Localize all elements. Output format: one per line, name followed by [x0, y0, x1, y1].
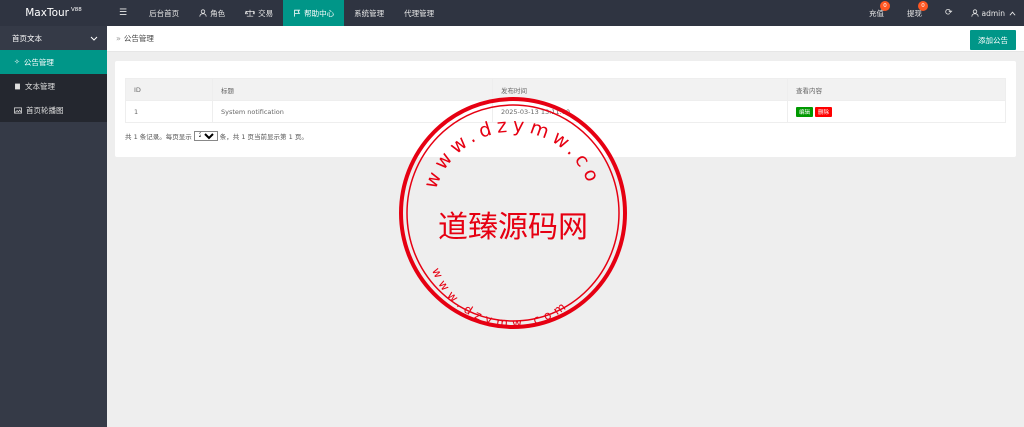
top-bar: MaxTour V88 ☰ 后台首页 角色 交易 帮助中心 系统管理 代理管理 充…: [0, 0, 1024, 26]
sidebar-item-label: 公告管理: [23, 57, 54, 67]
page-title: 公告管理: [123, 34, 154, 43]
delete-button[interactable]: 删除: [815, 106, 833, 117]
username: admin: [981, 8, 1006, 18]
menu-toggle-button[interactable]: ☰: [107, 0, 139, 26]
recharge-badge: 0: [879, 1, 890, 11]
withdraw-badge: 0: [917, 1, 928, 11]
column-header-time: 发布时间: [492, 78, 788, 101]
top-right-nav: 充值 0 提现 0 ⟳ admin: [860, 0, 1024, 26]
nav-item-agent[interactable]: 代理管理: [394, 0, 444, 26]
column-header-actions: 查看内容: [787, 78, 1006, 101]
refresh-icon: ⟳: [944, 8, 953, 18]
announcement-panel: ID 标题 发布时间 查看内容 1 System notification 20…: [115, 61, 1016, 157]
flag-icon: [294, 9, 301, 17]
column-header-id: ID: [125, 78, 213, 101]
sidebar-group-home-text[interactable]: 首页文本: [0, 26, 107, 50]
nav-item-trade[interactable]: 交易: [235, 0, 283, 26]
sidebar-item-home-carousel[interactable]: 首页轮播图: [0, 98, 107, 122]
cell-time: 2025-03-13 13:11:00: [492, 100, 788, 123]
top-nav: ☰ 后台首页 角色 交易 帮助中心 系统管理 代理管理: [107, 0, 444, 26]
breadcrumb: » 公告管理: [107, 26, 1024, 52]
refresh-button[interactable]: ⟳: [936, 0, 962, 26]
user-icon: [970, 9, 979, 17]
sidebar-group-label: 首页文本: [12, 33, 42, 43]
table-row: 1 System notification 2025-03-13 13:11:0…: [125, 100, 1006, 123]
nav-item-dashboard[interactable]: 后台首页: [139, 0, 189, 26]
nav-item-label: 系统管理: [354, 8, 385, 18]
scale-icon: [245, 9, 256, 17]
nav-item-label: 后台首页: [149, 8, 180, 18]
announcement-table: ID 标题 发布时间 查看内容 1 System notification 20…: [125, 78, 1006, 123]
chevron-up-icon: [1009, 11, 1016, 16]
cell-title: System notification: [212, 100, 493, 123]
main-content: » 公告管理 添加公告 ID 标题 发布时间 查看内容 1 System not…: [107, 26, 1024, 427]
add-announcement-button[interactable]: 添加公告: [970, 30, 1016, 50]
pager-prefix: 共 1 条记录。每页显示: [125, 133, 192, 141]
menu-icon: ☰: [119, 8, 128, 18]
user-menu[interactable]: admin: [962, 0, 1024, 26]
nav-item-label: 帮助中心: [304, 8, 335, 18]
nav-item-help-center[interactable]: 帮助中心: [283, 0, 345, 26]
cell-actions: 编辑 删除: [787, 100, 1006, 123]
user-icon: [199, 9, 207, 17]
nav-item-label: 代理管理: [404, 8, 435, 18]
app-logo[interactable]: MaxTour V88: [0, 0, 107, 26]
chevron-down-icon: [90, 36, 98, 41]
double-chevron-right-icon: »: [116, 34, 121, 43]
nav-item-system[interactable]: 系统管理: [344, 0, 394, 26]
sidebar-item-text-management[interactable]: 文本管理: [0, 74, 107, 98]
nav-item-label: 交易: [258, 8, 274, 18]
app-version: V88: [70, 7, 82, 13]
sidebar-item-label: 首页轮播图: [26, 105, 64, 115]
sidebar-item-label: 文本管理: [25, 81, 55, 91]
image-icon: [14, 106, 22, 114]
nav-item-roles[interactable]: 角色: [189, 0, 235, 26]
sidebar: 首页文本 ✧ 公告管理 文本管理 首页轮播图: [0, 26, 107, 427]
per-page-select[interactable]: 20: [193, 131, 218, 141]
nav-item-label: 角色: [210, 8, 226, 18]
edit-button[interactable]: 编辑: [796, 106, 814, 117]
book-icon: [15, 83, 20, 89]
announce-icon: ✧: [14, 58, 20, 66]
withdraw-button[interactable]: 提现 0: [898, 0, 936, 26]
pagination-info: 共 1 条记录。每页显示 20 条，共 1 页当前显示第 1 页。: [125, 131, 308, 141]
pager-suffix: 条，共 1 页当前显示第 1 页。: [219, 133, 308, 141]
column-header-title: 标题: [212, 78, 493, 101]
sidebar-item-announcements[interactable]: ✧ 公告管理: [0, 50, 107, 74]
cell-id: 1: [125, 100, 213, 123]
app-name: MaxTour: [25, 7, 69, 19]
table-header-row: ID 标题 发布时间 查看内容: [125, 78, 1006, 101]
recharge-button[interactable]: 充值 0: [860, 0, 898, 26]
